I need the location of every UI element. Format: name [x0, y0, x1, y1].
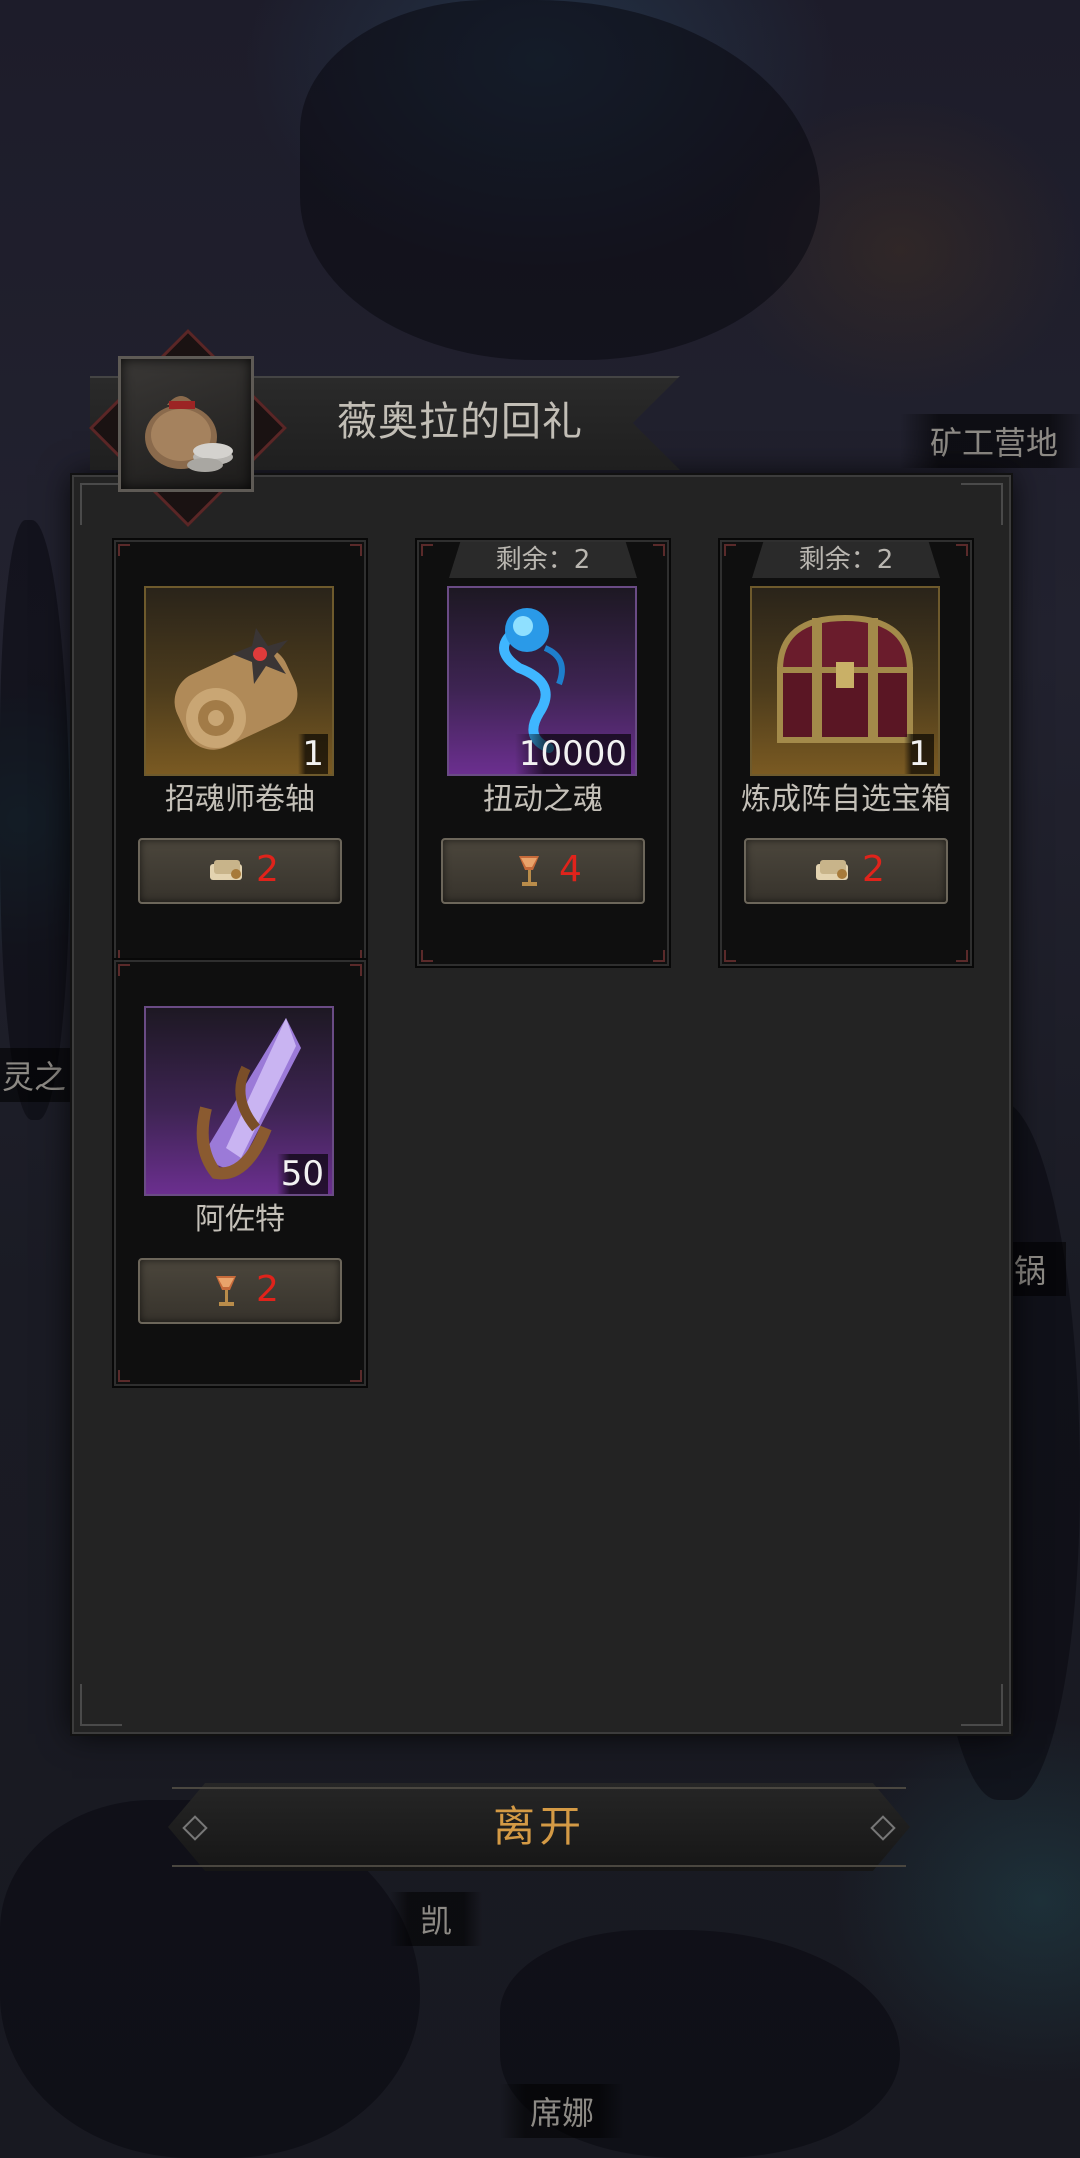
item-quantity: 10000	[514, 734, 631, 774]
chalice-icon	[519, 856, 539, 886]
npc-label-kai[interactable]: 凯	[390, 1892, 483, 1946]
item-icon-frame[interactable]: 10000	[447, 586, 637, 776]
chalice-icon	[216, 1276, 236, 1306]
leave-button-label: 离开	[492, 1802, 585, 1851]
item-quantity: 1	[298, 734, 328, 774]
card-corner	[421, 950, 433, 962]
ticket-icon	[210, 860, 242, 880]
item-name: 扭动之魂	[483, 782, 603, 817]
card-corner	[724, 544, 736, 556]
dialog-title: 薇奥拉的回礼	[337, 399, 583, 445]
item-cost: 4	[559, 849, 582, 890]
card-corner	[956, 950, 968, 962]
card-corner	[350, 964, 362, 976]
buy-button[interactable]: 4	[441, 838, 645, 904]
dialog-title-emblem	[89, 329, 287, 527]
shop-item-card[interactable]: 剩余：2 1 炼成阵自选宝箱 2	[720, 540, 972, 966]
card-corner	[724, 950, 736, 962]
item-cost: 2	[256, 1269, 279, 1310]
panel-corner-ornament	[961, 1684, 1003, 1726]
card-corner	[421, 544, 433, 556]
item-quantity: 1	[904, 734, 934, 774]
map-location-miner-camp[interactable]: 矿工营地	[900, 414, 1080, 468]
card-corner	[118, 1370, 130, 1382]
item-icon-frame[interactable]: 1	[750, 586, 940, 776]
npc-label-xina[interactable]: 席娜	[500, 2084, 625, 2138]
shop-item-card[interactable]: 50 阿佐特 2	[114, 960, 366, 1386]
panel-corner-ornament	[961, 483, 1003, 525]
item-name: 阿佐特	[195, 1202, 285, 1237]
map-rock	[300, 0, 820, 360]
item-cost: 2	[862, 849, 885, 890]
buy-button[interactable]: 2	[138, 1258, 342, 1324]
item-name: 炼成阵自选宝箱	[741, 782, 951, 817]
buy-button[interactable]: 2	[138, 838, 342, 904]
card-corner	[350, 1370, 362, 1382]
item-name: 招魂师卷轴	[165, 782, 315, 817]
buy-button[interactable]: 2	[744, 838, 948, 904]
card-corner	[956, 544, 968, 556]
map-rock	[0, 520, 70, 1120]
item-icon-frame[interactable]: 1	[144, 586, 334, 776]
leave-button[interactable]: 离开	[168, 1783, 910, 1871]
card-corner	[653, 544, 665, 556]
remaining-stock: 剩余：2	[752, 542, 940, 578]
card-corner	[118, 544, 130, 556]
remaining-stock: 剩余：2	[449, 542, 637, 578]
card-corner	[350, 544, 362, 556]
shop-item-card[interactable]: 剩余：2 10000 扭动之魂 4	[417, 540, 669, 966]
item-cost: 2	[256, 849, 279, 890]
ticket-icon	[816, 860, 848, 880]
card-corner	[653, 950, 665, 962]
panel-corner-ornament	[80, 1684, 122, 1726]
map-location-partial-left[interactable]: 灵之	[0, 1048, 77, 1102]
map-location-partial-right[interactable]: 锅	[1006, 1242, 1067, 1296]
coin-bag-icon	[118, 356, 254, 492]
item-icon-frame[interactable]: 50	[144, 1006, 334, 1196]
shop-item-card[interactable]: 1 招魂师卷轴 2	[114, 540, 366, 966]
card-corner	[118, 964, 130, 976]
item-quantity: 50	[276, 1154, 328, 1194]
